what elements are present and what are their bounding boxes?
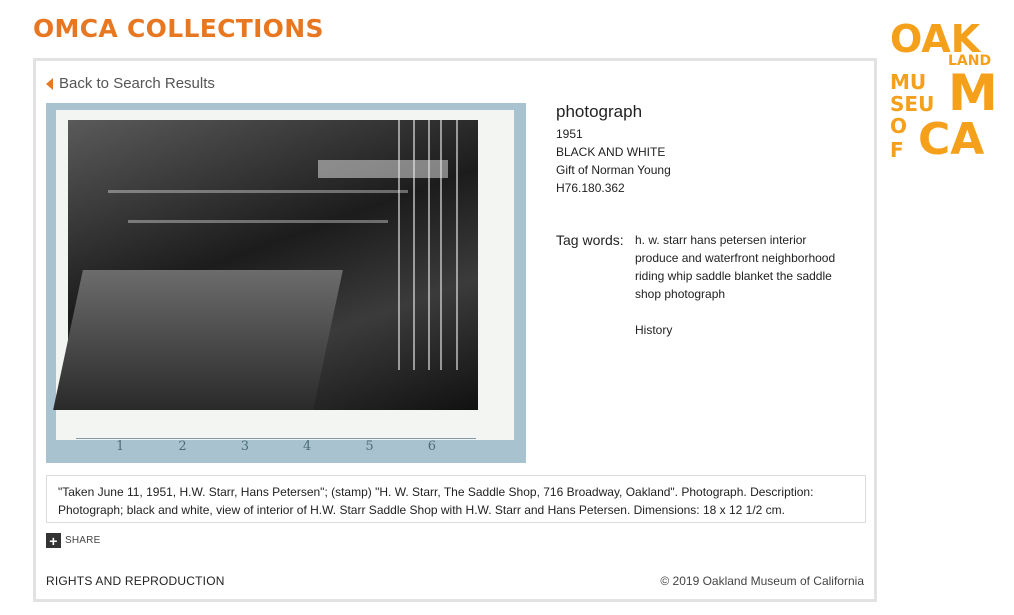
hanging-whip xyxy=(428,120,430,370)
shelf-line xyxy=(108,190,408,193)
logo-row-4b: F xyxy=(890,138,904,162)
hanging-whip xyxy=(398,120,400,370)
object-photo[interactable]: 1 2 3 4 5 6 xyxy=(46,103,526,463)
logo-row-2: MU xyxy=(890,70,927,94)
caret-left-icon xyxy=(46,77,53,90)
logo-row-4c: CA xyxy=(918,114,985,165)
ruler: 1 2 3 4 5 6 xyxy=(76,438,476,460)
tag-words-label: Tag words: xyxy=(556,232,624,248)
copyright-notice: © 2019 Oakland Museum of California xyxy=(660,574,864,588)
object-description: "Taken June 11, 1951, H.W. Starr, Hans P… xyxy=(46,475,866,523)
object-metadata: photograph 1951 BLACK AND WHITE Gift of … xyxy=(556,101,866,197)
logo-row-3b: M xyxy=(948,64,998,122)
object-year: 1951 xyxy=(556,127,583,141)
share-button[interactable]: + SHARE xyxy=(46,533,100,548)
back-to-search-link[interactable]: Back to Search Results xyxy=(46,75,215,92)
history-link[interactable]: History xyxy=(635,321,845,339)
tag-words-text[interactable]: h. w. starr hans petersen interior produ… xyxy=(635,233,835,301)
ruler-mark: 6 xyxy=(427,439,436,454)
ruler-mark: 2 xyxy=(178,439,187,454)
share-label: SHARE xyxy=(65,535,101,546)
back-link-label: Back to Search Results xyxy=(59,75,215,92)
tag-words: Tag words: h. w. starr hans petersen int… xyxy=(556,231,856,339)
rights-and-reproduction-link[interactable]: RIGHTS AND REPRODUCTION xyxy=(46,574,225,588)
object-title: photograph xyxy=(556,102,643,121)
object-credit: Gift of Norman Young xyxy=(556,163,671,177)
hanging-whip xyxy=(456,120,458,370)
ruler-mark: 1 xyxy=(116,439,125,454)
logo-row-4: O xyxy=(890,114,908,138)
hanging-whip xyxy=(440,120,442,370)
object-color-type: BLACK AND WHITE xyxy=(556,145,666,159)
tag-words-list: h. w. starr hans petersen interior produ… xyxy=(635,231,845,339)
logo-row-3: SEU xyxy=(890,92,935,116)
ruler-mark: 3 xyxy=(240,439,249,454)
ruler-mark: 4 xyxy=(303,439,312,454)
plus-icon: + xyxy=(46,533,61,548)
shelf-line xyxy=(128,220,388,223)
photo-print xyxy=(53,120,478,410)
object-accession-number: H76.180.362 xyxy=(556,181,625,195)
ruler-mark: 5 xyxy=(365,439,374,454)
omca-logo[interactable]: OAK LAND MU SEU M O F CA xyxy=(890,20,998,165)
site-title[interactable]: OMCA COLLECTIONS xyxy=(33,14,324,43)
record-panel: Back to Search Results 1 2 3 4 5 6 photo… xyxy=(33,58,877,602)
shop-counter xyxy=(53,270,343,410)
hanging-whip xyxy=(413,120,415,370)
